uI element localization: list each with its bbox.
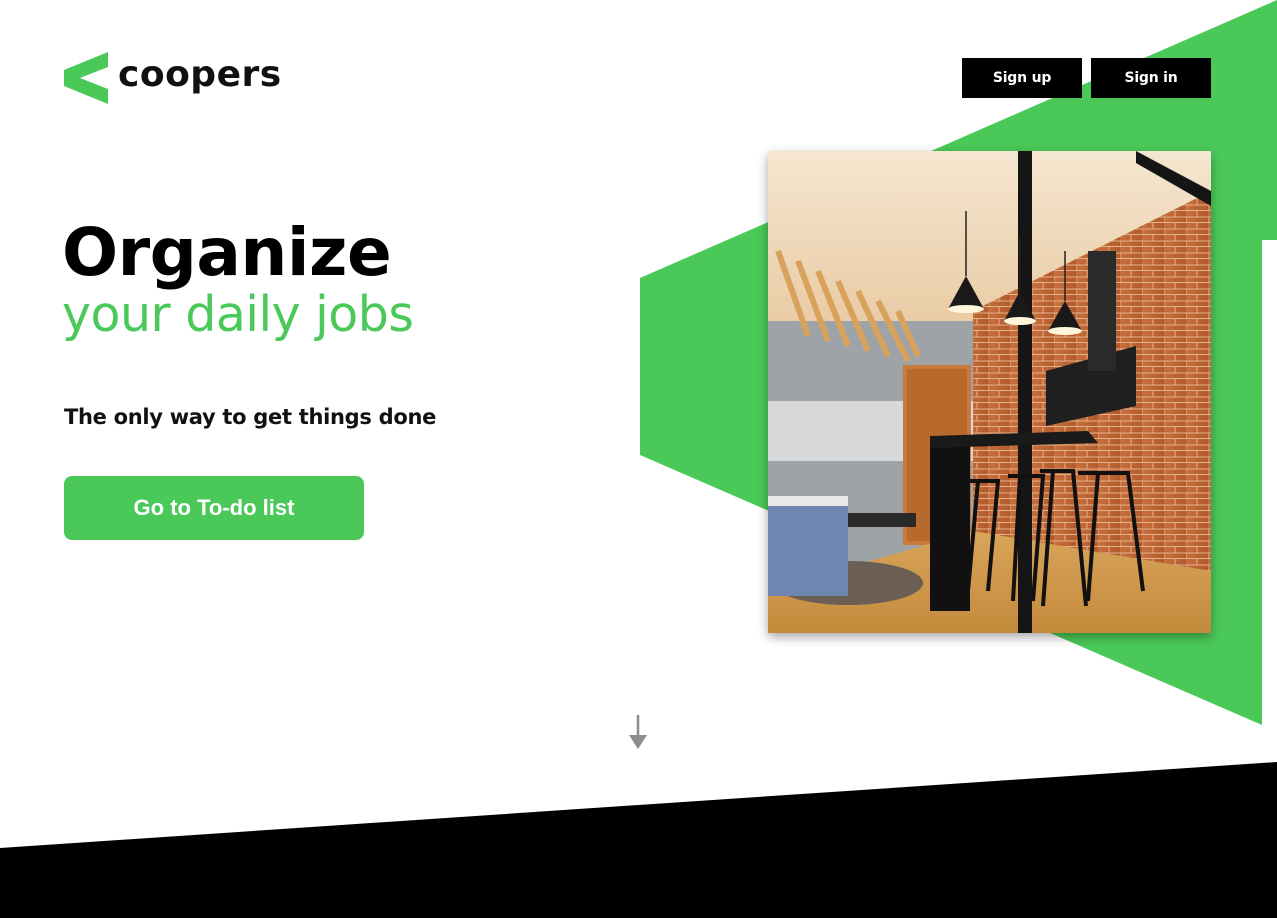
hero-subtitle: your daily jobs bbox=[62, 286, 414, 343]
chevron-left-logo-icon bbox=[64, 52, 108, 104]
header-actions: Sign up Sign in bbox=[962, 58, 1211, 98]
black-footer-band bbox=[0, 762, 1277, 918]
hero-tagline: The only way to get things done bbox=[64, 405, 437, 429]
office-interior-photo bbox=[768, 151, 1211, 633]
hero-title: Organize bbox=[62, 214, 392, 291]
landing-page: coopers Sign up Sign in Organize your da… bbox=[0, 0, 1277, 918]
go-to-todo-list-button[interactable]: Go to To-do list bbox=[64, 476, 364, 540]
sign-in-button[interactable]: Sign in bbox=[1091, 58, 1211, 98]
brand-logo[interactable]: coopers bbox=[64, 52, 282, 104]
brand-name: coopers bbox=[118, 54, 282, 95]
arrow-down-icon[interactable] bbox=[627, 713, 649, 751]
sign-up-button[interactable]: Sign up bbox=[962, 58, 1082, 98]
